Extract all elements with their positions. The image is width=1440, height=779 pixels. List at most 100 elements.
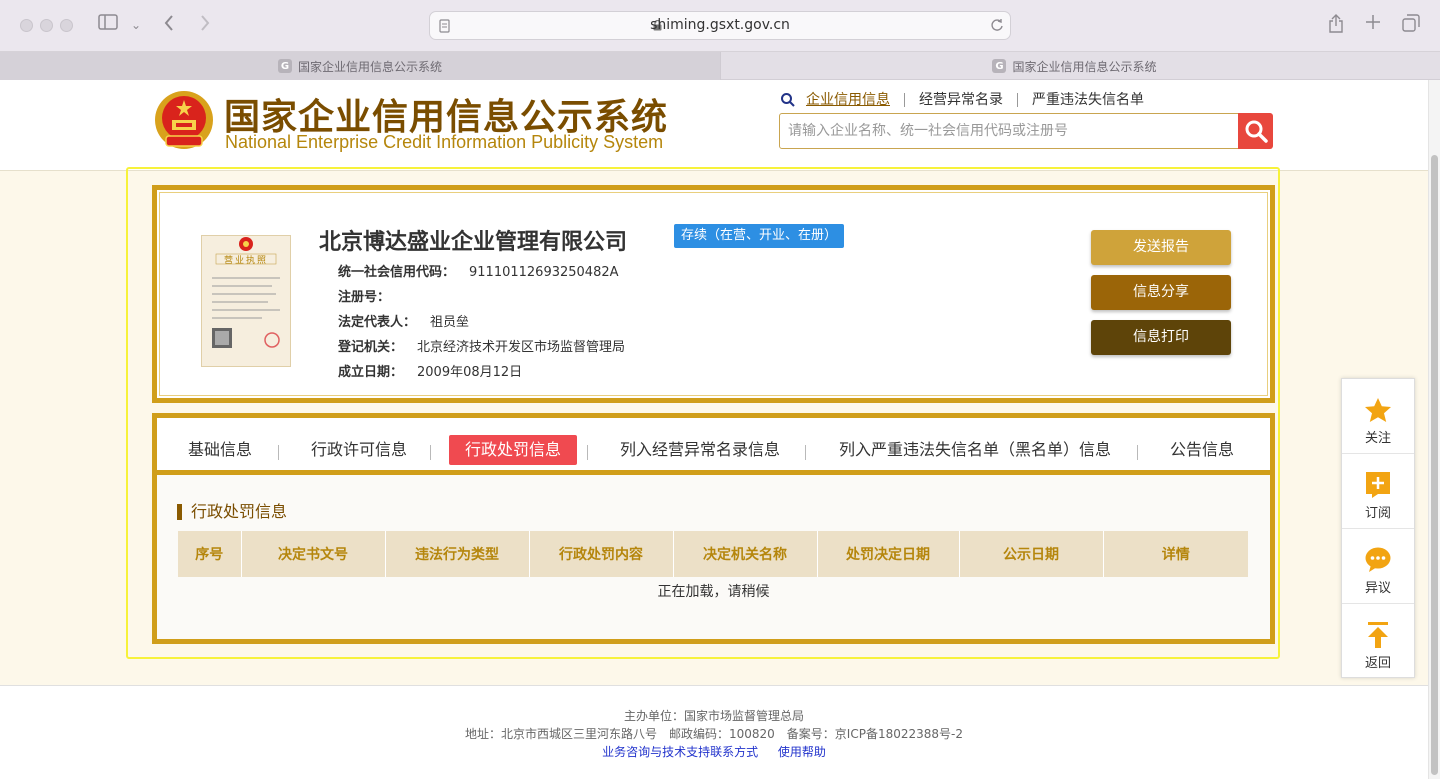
new-tab-icon[interactable] [1365,14,1381,36]
follow-button[interactable]: 关注 [1342,379,1414,454]
field-label: 成立日期： [338,365,404,380]
company-name: 北京博达盛业企业管理有限公司 [319,229,628,255]
tab-overview-icon[interactable] [1402,14,1420,38]
site-header: 国家企业信用信息公示系统 National Enterprise Credit … [0,80,1428,171]
star-icon [1365,398,1391,422]
company-card: 营业执照 北京博达盛业企业管理有限公司 存续（在营、开业、在册） 统一社会信用代… [152,185,1275,403]
info-legal-rep: 法定代表人： 祖员垒 [338,311,469,330]
share-info-button[interactable]: 信息分享 [1091,275,1231,310]
chevron-down-icon[interactable]: ⌄ [131,14,141,36]
table-header-row: 序号 决定书文号 违法行为类型 行政处罚内容 决定机关名称 处罚决定日期 公示日… [178,531,1248,577]
search-icon [1245,120,1268,143]
browser-toolbar: ⌄ shiming.gsxt.gov.cn [0,0,1440,52]
objection-button[interactable]: 异议 [1342,529,1414,604]
close-window-button[interactable] [20,19,33,32]
nav-abnormal-operations[interactable]: 经营异常名录 [905,93,1018,107]
favicon-icon: G [992,59,1007,73]
business-license-image[interactable]: 营业执照 [201,235,291,367]
send-report-button[interactable]: 发送报告 [1091,230,1231,265]
tab-divider [430,445,431,460]
tab-divider [587,445,588,460]
arrow-up-icon [1368,622,1388,648]
tab-announcements[interactable]: 公告信息 [1170,435,1234,465]
section-title: 行政处罚信息 [177,504,287,520]
column-header: 行政处罚内容 [529,531,674,577]
search-box [779,113,1239,149]
url-text: shiming.gsxt.gov.cn [650,17,790,33]
address-bar[interactable]: shiming.gsxt.gov.cn [429,11,1011,40]
browser-tab[interactable]: G 国家企业信用信息公示系统 [0,52,720,80]
footer-link-support[interactable]: 业务咨询与技术支持联系方式 [602,745,758,759]
sidebar-toggle-icon[interactable] [98,14,118,36]
page-scrollbar[interactable] [1428,80,1440,779]
search-input[interactable] [780,114,1238,148]
tab-admin-license[interactable]: 行政许可信息 [311,435,407,465]
tab-blacklist[interactable]: 列入严重违法失信名单（黑名单）信息 [839,435,1111,465]
back-to-top-button[interactable]: 返回 [1342,604,1414,679]
footer-link-help[interactable]: 使用帮助 [778,745,826,759]
field-value: 祖员垒 [430,315,470,330]
reload-icon[interactable] [990,17,1004,36]
tab-abnormal-list[interactable]: 列入经营异常名录信息 [620,435,780,465]
status-badge: 存续（在营、开业、在册） [674,224,845,248]
zoom-window-button[interactable] [60,19,73,32]
tab-divider [278,445,279,460]
column-header: 公示日期 [959,531,1104,577]
minimize-window-button[interactable] [40,19,53,32]
search-icon [781,93,795,107]
site-title-english: National Enterprise Credit Information P… [225,132,664,152]
search-nav: 企业信用信息 经营异常名录 严重违法失信名单 [780,92,1158,108]
scrollbar-thumb[interactable] [1431,155,1438,775]
nav-enterprise-credit[interactable]: 企业信用信息 [796,93,905,107]
tab-divider [1137,445,1138,460]
field-value: 2009年08月12日 [417,365,523,380]
tab-basic-info[interactable]: 基础信息 [188,435,252,465]
nav-serious-violations[interactable]: 严重违法失信名单 [1018,93,1158,107]
info-reg-number: 注册号： [338,286,404,305]
field-label: 统一社会信用代码： [338,265,456,280]
search-button[interactable] [1238,113,1273,149]
browser-tab[interactable]: G 国家企业信用信息公示系统 [720,52,1428,80]
info-tabs-card: 基础信息 行政许可信息 行政处罚信息 列入经营异常名录信息 列入严重违法失信名单… [152,413,1275,644]
floating-sidebar: 关注 订阅 异议 返回 [1341,378,1415,678]
favicon-icon: G [277,59,292,73]
forward-icon[interactable] [199,14,211,38]
field-label: 注册号： [338,290,391,305]
field-label: 登记机关： [338,340,404,355]
back-icon[interactable] [163,14,175,38]
info-reg-authority: 登记机关： 北京经济技术开发区市场监督管理局 [338,336,625,355]
info-credit-code: 统一社会信用代码： 91110112693250482A [338,261,619,280]
tab-divider [805,445,806,460]
column-header: 决定书文号 [241,531,386,577]
objection-label: 异议 [1364,581,1391,596]
column-header: 处罚决定日期 [817,531,960,577]
field-value: 91110112693250482A [469,265,619,280]
license-title: 营业执照 [223,256,268,266]
loading-message: 正在加载，请稍候 [657,584,770,600]
follow-label: 关注 [1364,431,1391,446]
field-value: 北京经济技术开发区市场监督管理局 [417,340,626,355]
column-header: 违法行为类型 [385,531,530,577]
column-header: 详情 [1103,531,1248,577]
national-emblem-icon [155,91,213,149]
field-label: 法定代表人： [338,315,417,330]
footer-sponsor: 主办单位：国家市场监督管理总局 [623,709,804,723]
subscribe-button[interactable]: 订阅 [1342,454,1414,529]
back-to-top-label: 返回 [1364,656,1391,671]
tab-admin-penalty[interactable]: 行政处罚信息 [449,435,578,465]
column-header: 序号 [178,531,242,577]
subscribe-icon [1366,472,1390,498]
site-footer: 主办单位：国家市场监督管理总局 地址：北京市西城区三里河东路八号 邮政编码：10… [0,685,1428,779]
chat-bubble-icon [1365,547,1391,572]
browser-tab-label: 国家企业信用信息公示系统 [297,59,442,74]
print-info-button[interactable]: 信息打印 [1091,320,1231,355]
browser-tab-label: 国家企业信用信息公示系统 [1012,59,1157,74]
subscribe-label: 订阅 [1364,506,1391,521]
tab-strip: 基础信息 行政许可信息 行政处罚信息 列入经营异常名录信息 列入严重违法失信名单… [157,418,1270,475]
penalty-table: 序号 决定书文号 违法行为类型 行政处罚内容 决定机关名称 处罚决定日期 公示日… [178,531,1248,577]
footer-links: 业务咨询与技术支持联系方式 使用帮助 [0,743,1428,760]
share-icon[interactable] [1328,14,1344,40]
footer-address: 地址：北京市西城区三里河东路八号 邮政编码：100820 备案号：京ICP备18… [464,727,963,741]
info-founded-date: 成立日期： 2009年08月12日 [338,361,522,380]
column-header: 决定机关名称 [673,531,818,577]
